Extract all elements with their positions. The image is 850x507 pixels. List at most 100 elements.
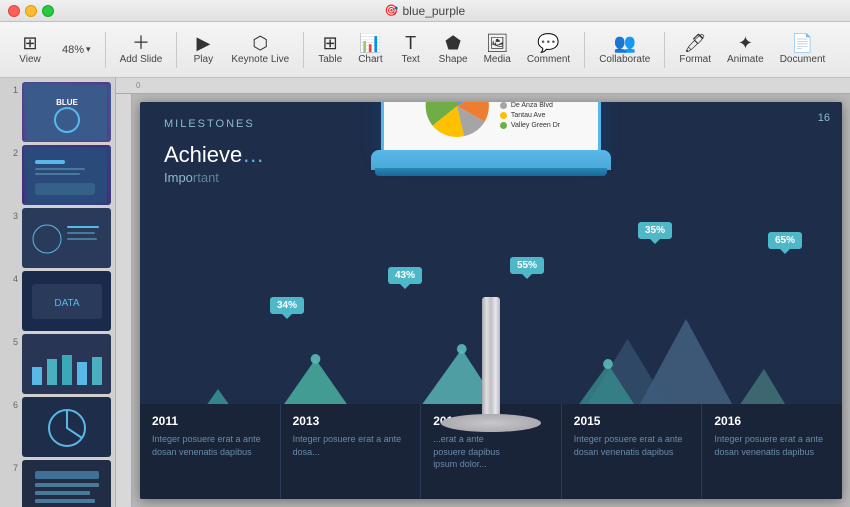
animate-icon: ✦ — [738, 34, 753, 52]
slide-num-1: 1 — [4, 82, 18, 142]
timeline-desc-2015: Integer posuere erat a ante dosan venena… — [574, 433, 690, 458]
title-bar: 🎯 blue_purple — [0, 0, 850, 22]
view-group: ⊞ View — [8, 30, 52, 69]
comment-icon: 💬 — [537, 34, 559, 52]
timeline-year-2015: 2015 — [574, 414, 690, 428]
timeline-item-2011: 2011 Integer posuere erat a ante dosan v… — [140, 404, 280, 499]
table-icon: ⊞ — [323, 34, 338, 52]
play-icon: ▶ — [196, 34, 210, 52]
add-slide-button[interactable]: ＋ Add Slide — [114, 30, 169, 69]
slide-number-badge: 16 — [818, 112, 830, 124]
slide-num-2: 2 — [4, 145, 18, 205]
minimize-button[interactable] — [25, 5, 37, 17]
milestones-header: MILESTONES — [164, 118, 255, 130]
toolbar-separator-2 — [176, 32, 177, 68]
pie-chart-svg — [422, 102, 492, 141]
slide-num-6: 6 — [4, 397, 18, 457]
slide-thumb-3[interactable]: 3 — [4, 208, 111, 268]
zoom-control[interactable]: 48% ▾ — [56, 40, 97, 60]
pie-chart-area: Infinite Loop Madani Ave De Anza Blvd — [422, 102, 560, 141]
slide-num-4: 4 — [4, 271, 18, 331]
shape-icon: ⬟ — [445, 34, 461, 52]
toolbar: ⊞ View 48% ▾ ＋ Add Slide ▶ Play ⬡ Keynot… — [0, 22, 850, 78]
view-button[interactable]: ⊞ View — [12, 30, 48, 69]
podium-surface-edge — [375, 168, 607, 176]
text-button[interactable]: T Text — [393, 30, 429, 69]
timeline-desc-2011: Integer posuere erat a ante dosan venena… — [152, 433, 268, 458]
close-button[interactable] — [8, 5, 20, 17]
legend-label-3: De Anza Blvd — [511, 102, 553, 109]
chart-button[interactable]: 📊 Chart — [352, 30, 388, 69]
timeline-item-2014: 2014 ...erat a anteposuere dapibusipsum … — [420, 404, 561, 499]
view-icon: ⊞ — [22, 34, 37, 52]
toolbar-separator-3 — [303, 32, 304, 68]
toolbar-separator-4 — [584, 32, 585, 68]
slide-preview-6[interactable] — [22, 397, 111, 457]
slide-preview-5[interactable] — [22, 334, 111, 394]
timeline-desc-2013: Integer posuere erat a ante dosa... — [293, 433, 409, 458]
comment-button[interactable]: 💬 Comment — [521, 30, 576, 69]
document-icon: 📄 — [791, 34, 813, 52]
slide-thumb-4[interactable]: 4 DATA — [4, 271, 111, 331]
slide-thumb-2[interactable]: 2 — [4, 145, 111, 205]
timeline-year-2014: 2014 — [433, 414, 549, 428]
window-title: 🎯 blue_purple — [385, 4, 465, 18]
pct-bubble-34: 34% — [270, 297, 304, 314]
slide-preview-4[interactable]: DATA — [22, 271, 111, 331]
table-button[interactable]: ⊞ Table — [312, 30, 348, 69]
play-button[interactable]: ▶ Play — [185, 30, 221, 69]
pct-bubble-55: 55% — [510, 257, 544, 274]
chevron-down-icon: ▾ — [86, 44, 91, 55]
important-text: Important — [164, 170, 219, 185]
keynote-icon: 🎯 — [385, 4, 399, 17]
timeline-item-2013: 2013 Integer posuere erat a ante dosa... — [280, 404, 421, 499]
keynote-live-icon: ⬡ — [252, 34, 268, 52]
collaborate-icon: 👥 — [614, 34, 636, 52]
timeline-year-2011: 2011 — [152, 414, 268, 428]
timeline-year-2016: 2016 — [714, 414, 830, 428]
vertical-ruler — [116, 94, 132, 507]
slide-num-7: 7 — [4, 460, 18, 507]
slide-preview-2[interactable] — [22, 145, 111, 205]
legend-item-5: Valley Green Dr — [500, 122, 560, 129]
slide-preview-1[interactable]: BLUE — [22, 82, 111, 142]
legend-dot-5 — [500, 122, 507, 129]
shape-button[interactable]: ⬟ Shape — [433, 30, 474, 69]
slide-preview-7[interactable] — [22, 460, 111, 507]
document-button[interactable]: 📄 Document — [774, 30, 832, 69]
format-button[interactable]: 🖊 Format — [673, 30, 717, 69]
legend-item-4: Tantau Ave — [500, 112, 560, 119]
pct-bubble-35: 35% — [638, 222, 672, 239]
main-area: 1 BLUE 2 — [0, 78, 850, 507]
timeline-desc-2014: ...erat a anteposuere dapibusipsum dolor… — [433, 433, 549, 471]
media-icon: 🖼 — [486, 34, 509, 52]
keynote-live-button[interactable]: ⬡ Keynote Live — [225, 30, 295, 69]
legend-label-5: Valley Green Dr — [511, 122, 560, 129]
slide-thumb-1[interactable]: 1 BLUE — [4, 82, 111, 142]
legend-dot-3 — [500, 102, 507, 109]
maximize-button[interactable] — [42, 5, 54, 17]
podium-screen: KEYNOTE — [381, 102, 601, 155]
svg-text:DATA: DATA — [54, 298, 80, 309]
pct-bubble-43: 43% — [388, 267, 422, 284]
slide-num-5: 5 — [4, 334, 18, 394]
horizontal-ruler: 0 — [116, 78, 850, 94]
traffic-lights — [8, 5, 54, 17]
svg-text:BLUE: BLUE — [56, 98, 78, 107]
slide-thumb-7[interactable]: 7 — [4, 460, 111, 507]
chart-icon: 📊 — [359, 34, 381, 52]
legend-label-4: Tantau Ave — [511, 112, 546, 119]
collaborate-button[interactable]: 👥 Collaborate — [593, 30, 656, 69]
media-button[interactable]: 🖼 Media — [478, 30, 517, 69]
timeline-year-2013: 2013 — [293, 414, 409, 428]
text-icon: T — [405, 34, 416, 52]
slide-canvas[interactable]: MILESTONES Achieve… Important 16 — [140, 102, 842, 499]
slide-thumb-5[interactable]: 5 — [4, 334, 111, 394]
slide-num-3: 3 — [4, 208, 18, 268]
canvas-area: 0 MILESTONES Achieve… Important 16 — [116, 78, 850, 507]
podium-surface — [371, 150, 611, 170]
animate-button[interactable]: ✦ Animate — [721, 30, 770, 69]
achieve-text: Achieve… — [164, 142, 264, 168]
slide-preview-3[interactable] — [22, 208, 111, 268]
slide-thumb-6[interactable]: 6 — [4, 397, 111, 457]
